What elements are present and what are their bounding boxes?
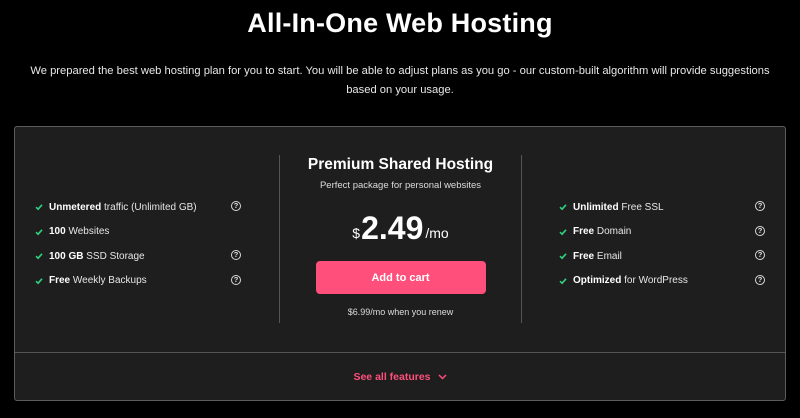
plan-description: Perfect package for personal websites — [319, 180, 482, 191]
feature-label: SSD Storage — [83, 250, 145, 262]
check-icon — [559, 203, 567, 211]
feature-label: Email — [594, 250, 622, 262]
renew-price-text: $6.99/mo when you renew — [347, 307, 454, 317]
feature-label: Domain — [594, 226, 632, 238]
feature-item: Free Weekly Backups ? — [35, 269, 241, 294]
feature-highlight: Optimized — [573, 275, 622, 287]
see-all-features-link[interactable]: See all features — [15, 353, 785, 401]
price-period: /mo — [425, 225, 449, 241]
feature-item: Free Domain ? — [559, 220, 765, 245]
check-icon — [35, 277, 43, 285]
see-all-features-label: See all features — [353, 371, 431, 383]
feature-item: Free Email ? — [559, 244, 765, 269]
feature-label: traffic (Unlimited GB) — [101, 201, 197, 213]
plan-panel: Premium Shared Hosting Perfect package f… — [280, 155, 521, 317]
feature-highlight: Unlimited — [573, 201, 619, 213]
page-subtitle: We prepared the best web hosting plan fo… — [30, 65, 770, 96]
feature-item: 100 Websites — [35, 220, 241, 245]
help-icon[interactable]: ? — [755, 274, 765, 285]
plan-price: $ 2.49 /mo — [280, 207, 521, 245]
feature-highlight: 100 GB — [49, 250, 84, 262]
feature-list-left: Unmetered traffic (Unlimited GB) ? 100 W… — [35, 195, 241, 293]
feature-highlight: 100 — [49, 226, 66, 238]
feature-label: Free SSL — [618, 201, 664, 213]
check-icon — [559, 228, 567, 236]
pricing-card: Unmetered traffic (Unlimited GB) ? 100 W… — [14, 126, 786, 401]
feature-highlight: Unmetered — [49, 201, 102, 213]
page-title: All-In-One Web Hosting — [247, 8, 553, 38]
help-icon[interactable]: ? — [755, 201, 765, 211]
price-amount: 2.49 — [361, 210, 424, 246]
check-icon — [35, 252, 43, 260]
feature-item: 100 GB SSD Storage ? — [35, 244, 241, 269]
price-currency: $ — [352, 225, 361, 241]
feature-highlight: Free — [573, 250, 595, 262]
chevron-down-icon — [437, 374, 447, 380]
help-icon[interactable]: ? — [231, 274, 241, 285]
feature-item: Unmetered traffic (Unlimited GB) ? — [35, 195, 241, 220]
help-icon[interactable]: ? — [755, 225, 765, 236]
help-icon[interactable]: ? — [231, 201, 241, 211]
check-icon — [35, 203, 43, 211]
feature-label: for WordPress — [621, 275, 688, 287]
plan-name: Premium Shared Hosting — [307, 156, 494, 173]
column-divider-right — [521, 155, 522, 323]
check-icon — [559, 277, 567, 285]
feature-highlight: Free — [49, 275, 71, 287]
help-icon[interactable]: ? — [231, 250, 241, 260]
add-to-cart-button[interactable]: Add to cart — [315, 261, 486, 294]
check-icon — [559, 252, 567, 260]
feature-item: Unlimited Free SSL ? — [559, 195, 765, 220]
check-icon — [35, 228, 43, 236]
feature-label: Weekly Backups — [70, 275, 147, 287]
feature-label: Websites — [65, 226, 110, 238]
feature-highlight: Free — [573, 226, 595, 238]
feature-list-right: Unlimited Free SSL ? Free Domain ? Free … — [559, 195, 765, 293]
feature-item: Optimized for WordPress ? — [559, 269, 765, 294]
help-icon[interactable]: ? — [755, 250, 765, 260]
